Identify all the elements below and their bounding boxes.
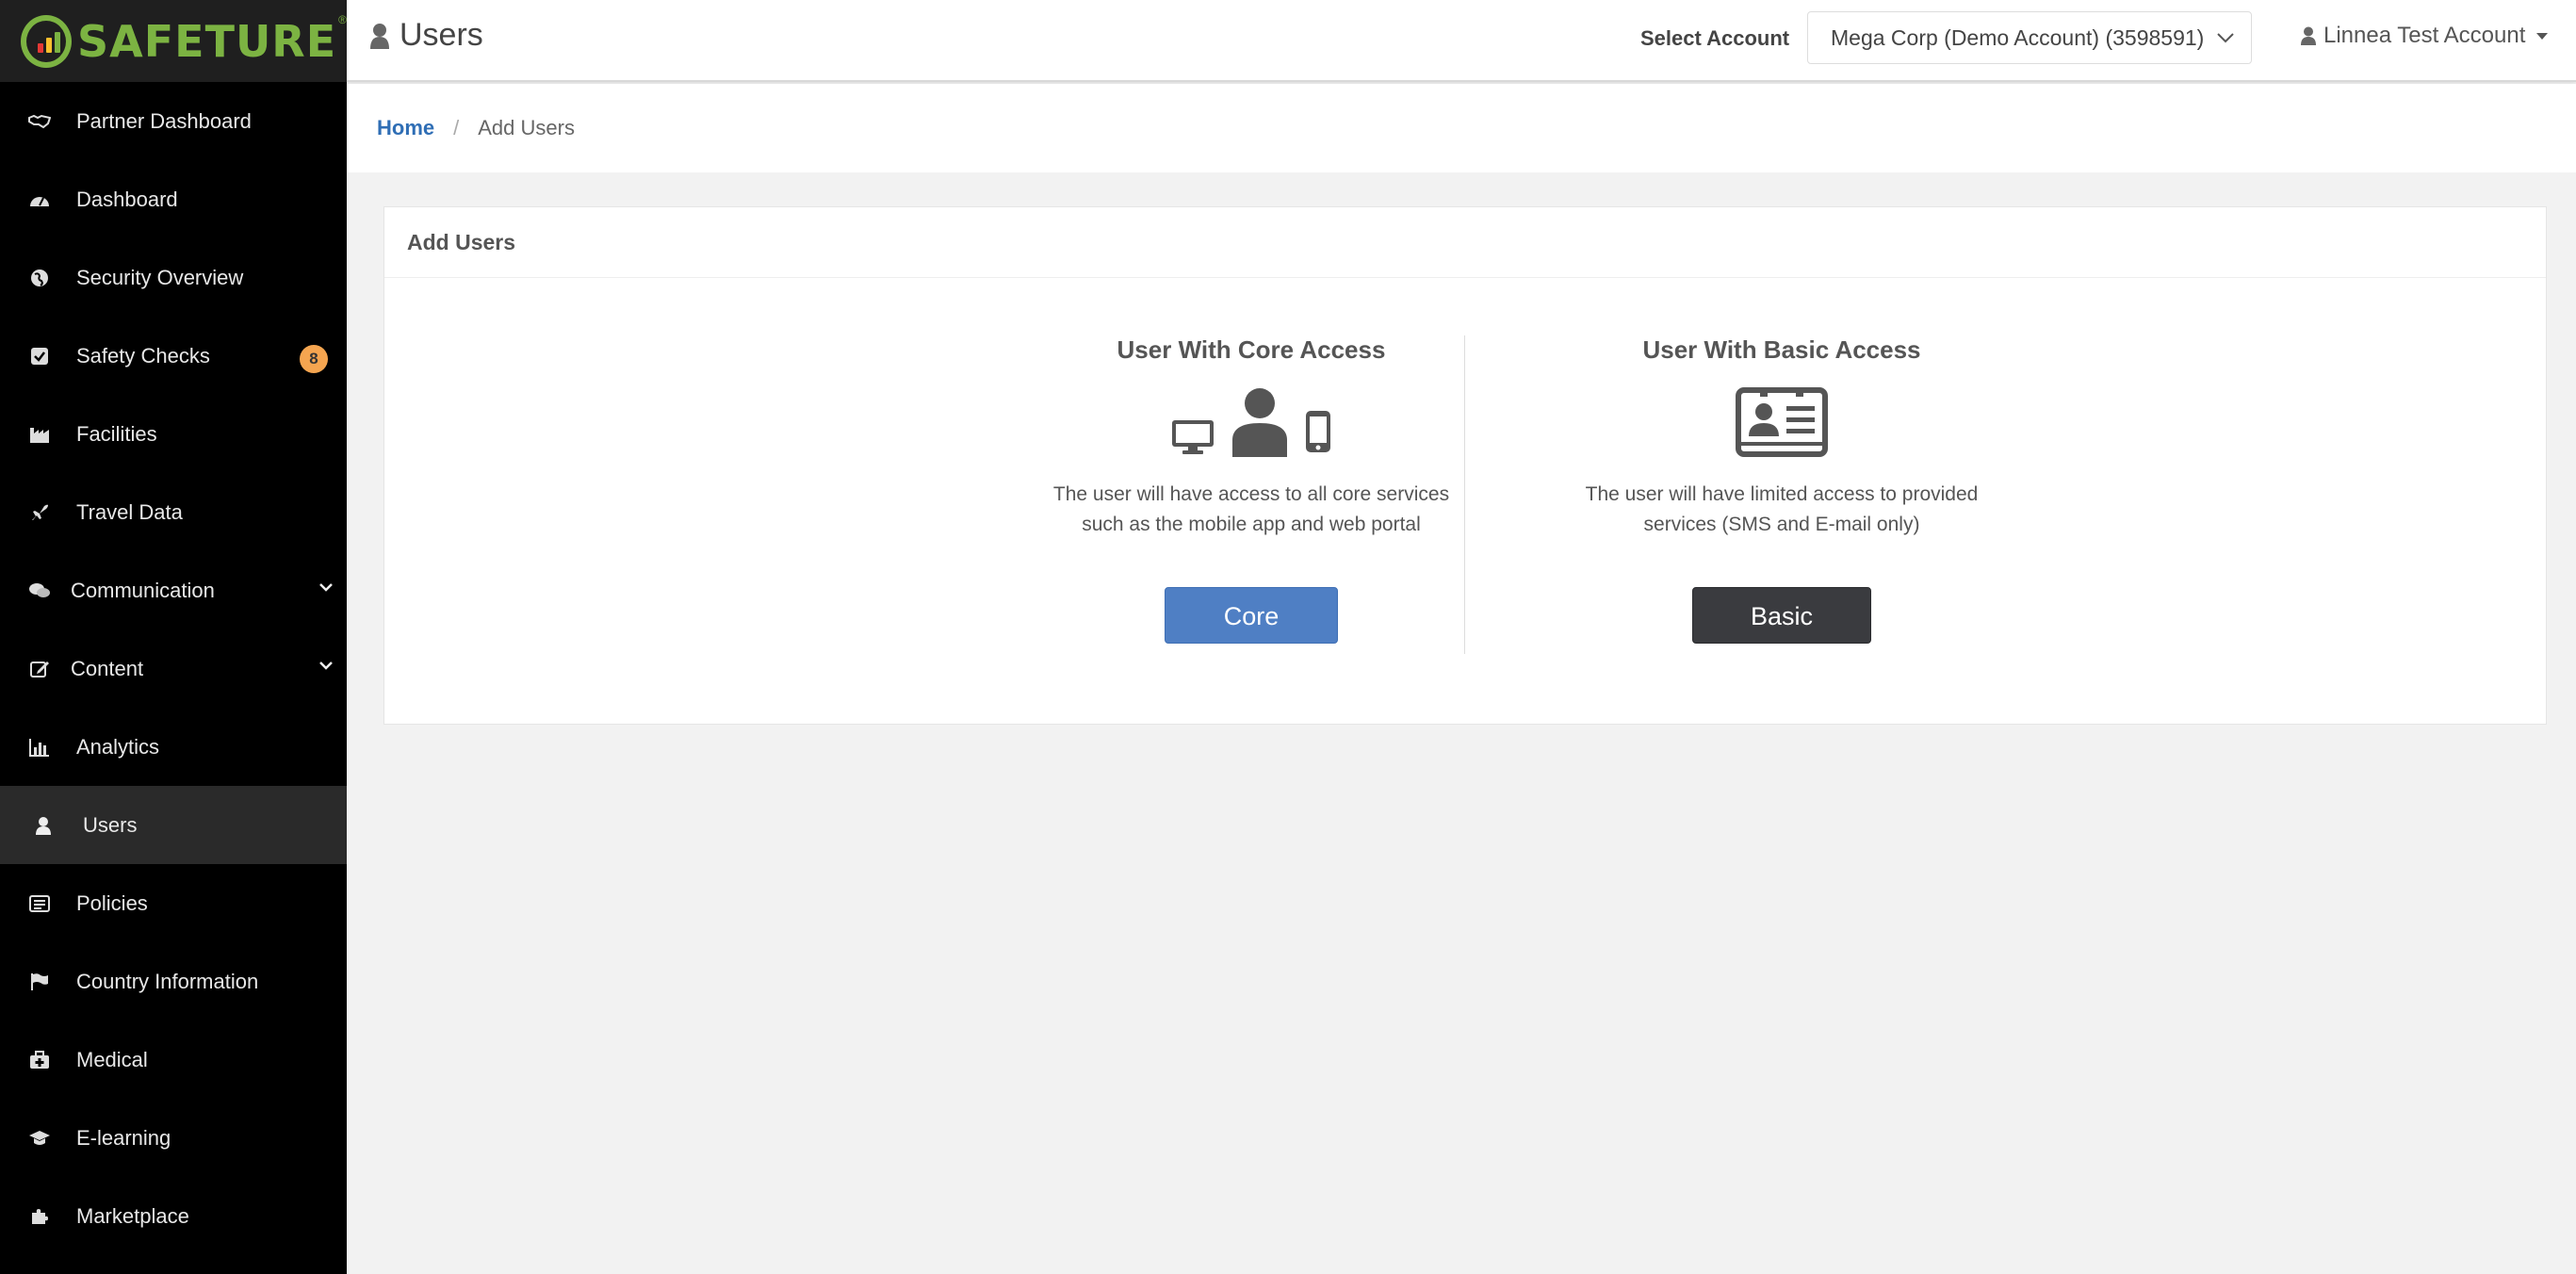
sidebar-item-label: E-learning — [76, 1125, 171, 1150]
caret-down-icon — [2536, 32, 2549, 40]
basic-access-desc-line: services (SMS and E-mail only) — [1643, 514, 1920, 535]
core-access-description: The user will have access to all core se… — [987, 480, 1515, 540]
sidebar-item-label: Analytics — [76, 734, 160, 759]
options-divider — [1464, 335, 1465, 654]
handshake-icon — [28, 110, 51, 133]
core-access-desc-line: The user will have access to all core se… — [1052, 483, 1450, 505]
breadcrumb-home-link[interactable]: Home — [377, 116, 434, 140]
basic-access-desc-line: The user will have limited access to pro… — [1585, 483, 1979, 505]
basic-access-option: User With Basic Access The user will hav… — [1518, 335, 2046, 687]
core-access-desc-line: such as the mobile app and web portal — [1082, 514, 1421, 535]
sidebar-item-label: Travel Data — [76, 499, 183, 524]
sidebar-item-e-learning[interactable]: E-learning — [0, 1099, 347, 1177]
page-title-text: Users — [399, 17, 483, 53]
user-icon — [32, 814, 55, 837]
edit-icon — [28, 658, 51, 680]
sidebar-item-label: Facilities — [76, 421, 157, 446]
panel-title: Add Users — [384, 207, 2546, 278]
sidebar-item-policies[interactable]: Policies — [0, 864, 347, 942]
sidebar-item-label: Content — [71, 656, 144, 680]
sidebar-item-label: Safety Checks — [76, 343, 210, 368]
brand-name: SAFETURE — [77, 15, 337, 67]
sidebar-item-label: Users — [83, 812, 138, 837]
account-select-value: Mega Corp (Demo Account) (3598591) — [1831, 24, 2205, 50]
user-icon — [1232, 388, 1287, 457]
mobile-phone-icon — [1306, 411, 1330, 452]
chevron-down-icon[interactable] — [317, 578, 335, 596]
chat-icon — [28, 580, 51, 602]
sidebar-item-label: Marketplace — [76, 1203, 189, 1228]
bar-chart-icon — [28, 736, 51, 759]
sidebar: SAFETURE ® Partner Dashboard Dashboard S… — [0, 0, 347, 1274]
sidebar-item-communication[interactable]: Communication — [0, 551, 347, 629]
graduation-cap-icon — [28, 1127, 51, 1150]
core-access-icons — [987, 378, 1515, 457]
sidebar-item-dashboard[interactable]: Dashboard — [0, 160, 347, 238]
sidebar-item-security-overview[interactable]: Security Overview — [0, 238, 347, 317]
core-access-button[interactable]: Core Access — [1165, 587, 1338, 687]
sidebar-nav: Partner Dashboard Dashboard Security Ove… — [0, 82, 347, 1255]
globe-icon — [28, 267, 51, 289]
list-icon — [28, 892, 51, 915]
user-menu[interactable]: Linnea Test Account — [2301, 23, 2549, 49]
core-access-title: User With Core Access — [1117, 335, 1386, 364]
sidebar-item-label: Dashboard — [76, 187, 178, 211]
sidebar-item-analytics[interactable]: Analytics — [0, 708, 347, 786]
building-icon — [28, 423, 51, 446]
sidebar-item-label: Country Information — [76, 969, 259, 993]
checkbox-icon — [28, 345, 51, 368]
plane-icon — [28, 501, 51, 524]
sidebar-item-label: Partner Dashboard — [76, 108, 252, 133]
breadcrumb-current: Add Users — [478, 116, 575, 139]
chevron-down-icon[interactable] — [317, 656, 335, 675]
page-title: Users — [369, 17, 483, 54]
basic-access-button[interactable]: Basic Access — [1692, 587, 1871, 687]
chevron-down-icon — [2217, 33, 2234, 43]
sidebar-item-partner-dashboard[interactable]: Partner Dashboard — [0, 82, 347, 160]
sidebar-item-users[interactable]: Users — [0, 786, 347, 864]
basic-access-title: User With Basic Access — [1642, 335, 1921, 364]
sidebar-item-marketplace[interactable]: Marketplace — [0, 1177, 347, 1255]
basic-access-description: The user will have limited access to pro… — [1518, 480, 2046, 540]
id-card-icon — [1736, 387, 1828, 457]
dashboard-icon — [28, 188, 51, 211]
basic-access-icons — [1518, 378, 2046, 457]
sidebar-item-label: Policies — [76, 890, 148, 915]
safety-checks-badge: 8 — [300, 345, 328, 373]
sidebar-item-content[interactable]: Content — [0, 629, 347, 708]
sidebar-item-label: Medical — [76, 1047, 148, 1071]
brand-registered-mark: ® — [338, 13, 347, 26]
user-icon — [370, 23, 389, 49]
desktop-icon — [1172, 420, 1214, 454]
sidebar-item-travel-data[interactable]: Travel Data — [0, 473, 347, 551]
logo-mark-icon — [21, 14, 72, 68]
logo[interactable]: SAFETURE ® — [0, 0, 347, 82]
sidebar-item-label: Communication — [71, 578, 215, 602]
core-access-option: User With Core Access The user will have… — [987, 335, 1515, 687]
top-header: Users Select Account Mega Corp (Demo Acc… — [347, 0, 2576, 82]
sidebar-item-country-information[interactable]: Country Information — [0, 942, 347, 1021]
medkit-icon — [28, 1049, 51, 1071]
breadcrumb-separator: / — [453, 116, 460, 139]
sidebar-item-facilities[interactable]: Facilities — [0, 395, 347, 473]
sidebar-item-label: Security Overview — [76, 265, 244, 289]
user-name: Linnea Test Account — [2323, 23, 2526, 48]
breadcrumb: Home / Add Users — [347, 84, 2576, 172]
puzzle-icon — [28, 1205, 51, 1228]
select-account-label: Select Account — [1640, 26, 1790, 50]
sidebar-item-safety-checks[interactable]: Safety Checks 8 — [0, 317, 347, 395]
account-select[interactable]: Mega Corp (Demo Account) (3598591) — [1807, 11, 2252, 64]
user-icon — [2301, 26, 2316, 45]
sidebar-item-medical[interactable]: Medical — [0, 1021, 347, 1099]
add-users-panel: Add Users User With Core Access The user… — [383, 206, 2547, 725]
flag-icon — [28, 971, 51, 993]
